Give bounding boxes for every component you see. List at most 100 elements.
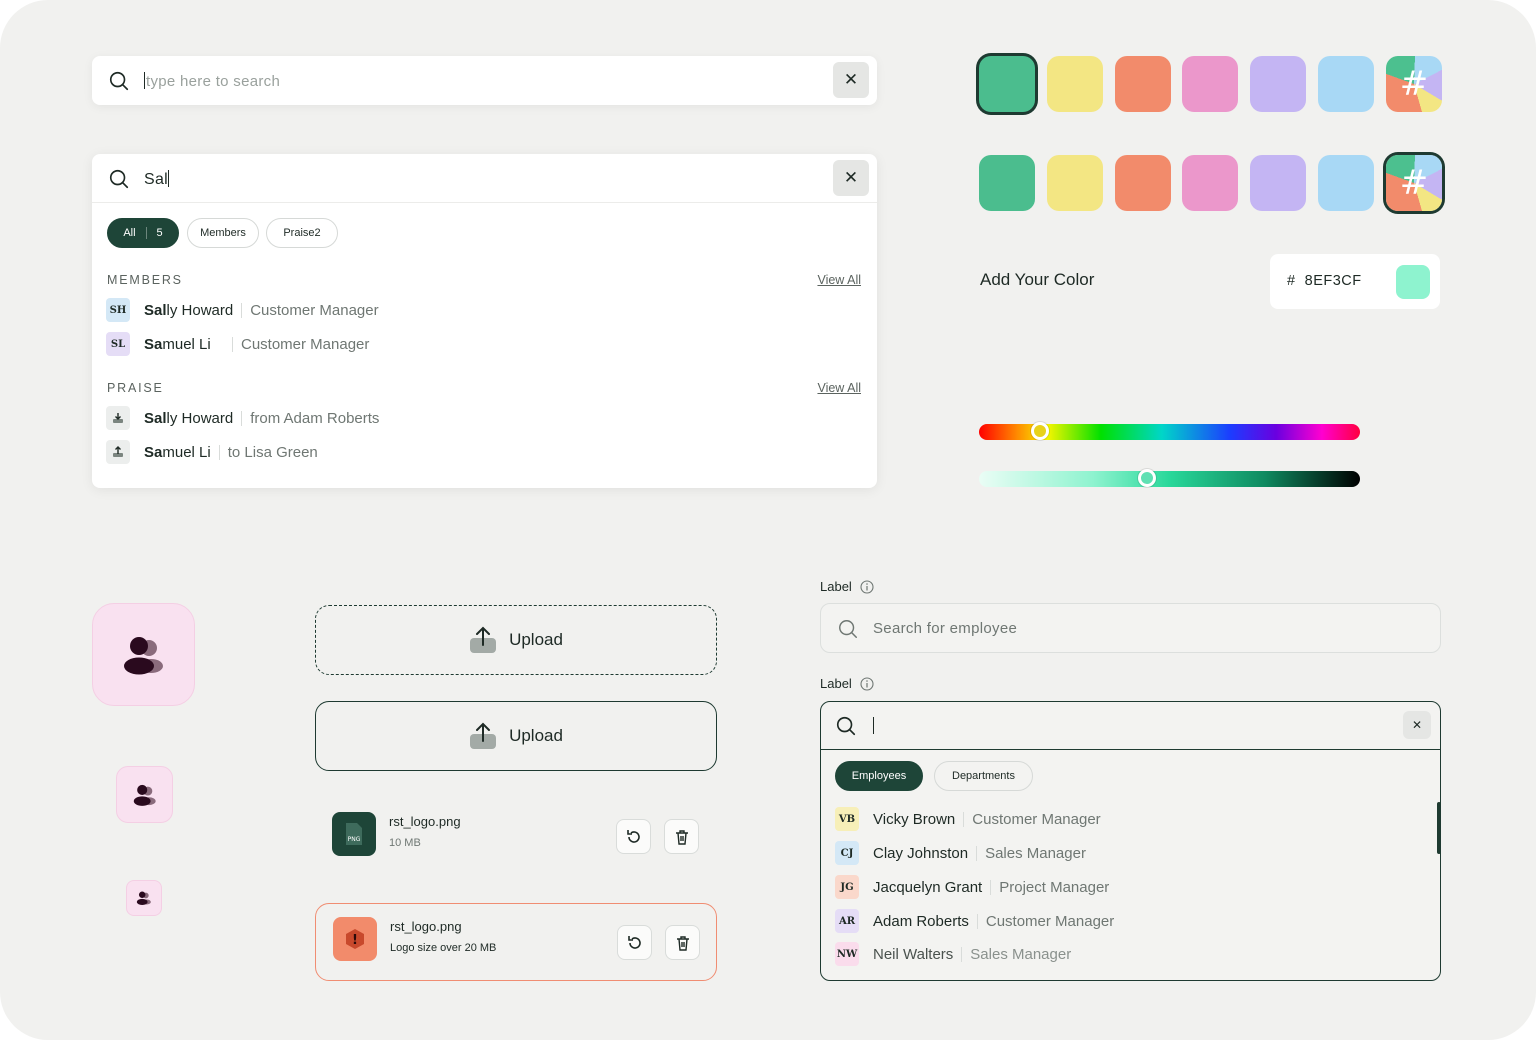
swatch-orange[interactable]: [1115, 56, 1171, 112]
swatch-custom[interactable]: #: [1386, 155, 1442, 211]
component-sheet: type here to search ✕ Sal ✕ All 5 Member…: [0, 0, 1536, 1040]
swatch-blue[interactable]: [1318, 155, 1374, 211]
avatar: CJ: [835, 841, 859, 865]
search-input[interactable]: Sal: [144, 170, 170, 189]
clear-button[interactable]: ✕: [833, 160, 869, 196]
upload-dropzone[interactable]: Upload: [315, 605, 717, 675]
shade-slider[interactable]: [979, 469, 1360, 487]
praise-view-all-link[interactable]: View All: [817, 381, 861, 395]
result-name: Samuel Li: [144, 336, 216, 353]
divider: [963, 811, 965, 827]
uploaded-file-error: ! rst_logo.png Logo size over 20 MB: [315, 903, 717, 981]
divider: [990, 879, 992, 895]
text-caret: [144, 72, 145, 89]
employee-result-row[interactable]: AR Adam Roberts Customer Manager: [835, 908, 1114, 934]
replace-button[interactable]: [616, 819, 651, 854]
swatch-custom[interactable]: #: [1386, 56, 1442, 112]
swatch-orange[interactable]: [1115, 155, 1171, 211]
divider: [976, 913, 978, 929]
search-bar-active[interactable]: Sal ✕: [92, 154, 877, 203]
search-bar-default[interactable]: type here to search ✕: [92, 56, 877, 105]
info-icon[interactable]: [860, 579, 874, 594]
employee-result-row[interactable]: VB Vicky Brown Customer Manager: [835, 806, 1101, 832]
swatch-green[interactable]: [979, 155, 1035, 211]
divider: [232, 336, 233, 352]
search-placeholder: type here to search: [146, 73, 281, 90]
match-highlight: Sal: [144, 409, 167, 427]
hash-icon: #: [1399, 163, 1429, 203]
tab-departments[interactable]: Departments: [934, 761, 1033, 791]
users-icon: [123, 636, 163, 674]
employee-result-row[interactable]: NW Neil Walters Sales Manager: [835, 941, 1071, 967]
user-avatar-large: [92, 603, 195, 706]
clear-button[interactable]: ✕: [1403, 711, 1431, 739]
users-icon: [133, 784, 156, 806]
delete-button[interactable]: [664, 819, 699, 854]
close-icon: ✕: [1411, 718, 1423, 732]
trash-icon: [676, 935, 689, 951]
hue-slider[interactable]: [979, 422, 1360, 440]
member-result-row[interactable]: SL Samuel Li Customer Manager: [106, 331, 369, 357]
shade-slider-thumb[interactable]: [1137, 469, 1156, 487]
tab-employees[interactable]: Employees: [835, 761, 923, 791]
search-icon: [109, 71, 129, 91]
divider: [218, 444, 220, 460]
result-name-rest: ly Howard: [166, 301, 234, 319]
employee-result-row[interactable]: JG Jacquelyn Grant Project Manager: [835, 874, 1109, 900]
praise-result-row[interactable]: Sally Howard from Adam Roberts: [106, 405, 379, 431]
swatch-yellow[interactable]: [1047, 155, 1103, 211]
filter-chip-label: Members: [200, 227, 246, 239]
add-color-label: Add Your Color: [980, 270, 1095, 289]
clear-button[interactable]: ✕: [833, 62, 869, 98]
uploaded-file: PNG rst_logo.png 10 MB: [315, 799, 717, 877]
swatch-yellow[interactable]: [1047, 56, 1103, 112]
hue-slider-thumb[interactable]: [1030, 422, 1049, 440]
filter-chip-members[interactable]: Members: [187, 218, 259, 248]
swatch-pink[interactable]: [1182, 155, 1238, 211]
filter-chip-all[interactable]: All 5: [107, 218, 179, 248]
hex-color-input[interactable]: # 8EF3CF: [1270, 254, 1440, 309]
filter-chip-count: 5: [145, 227, 163, 239]
trash-icon: [675, 829, 688, 845]
match-highlight: Sal: [144, 301, 167, 319]
employee-search-input-active[interactable]: ✕: [821, 702, 1440, 750]
result-name: Samuel Li: [144, 444, 211, 461]
upload-icon: [470, 722, 497, 749]
field-label: Label: [820, 676, 874, 691]
close-icon: ✕: [843, 70, 859, 89]
divider: [961, 946, 963, 962]
employee-search-dropdown: ✕ Employees Departments VB Vicky Brown C…: [820, 701, 1441, 981]
text-caret: [873, 717, 874, 734]
upload-icon: [470, 626, 497, 653]
upload-button[interactable]: Upload: [315, 701, 717, 771]
search-icon: [839, 620, 857, 638]
employee-name: Neil Walters: [873, 945, 954, 963]
scrollbar-thumb[interactable]: [1437, 802, 1441, 854]
info-icon[interactable]: [860, 676, 874, 691]
swatch-blue[interactable]: [1318, 56, 1374, 112]
file-badge: PNG: [348, 836, 361, 843]
swatch-purple[interactable]: [1250, 155, 1306, 211]
employee-result-row[interactable]: CJ Clay Johnston Sales Manager: [835, 840, 1086, 866]
employee-name: Jacquelyn Grant: [873, 878, 983, 896]
search-input[interactable]: type here to search: [144, 72, 280, 90]
filter-chip-label: All: [123, 227, 136, 239]
filter-chip-praise[interactable]: Praise2: [266, 218, 338, 248]
file-size: 10 MB: [389, 837, 421, 849]
user-avatar-medium: [116, 766, 173, 823]
tab-label: Departments: [952, 770, 1015, 782]
avatar: VB: [835, 807, 859, 831]
employee-role: Customer Manager: [972, 810, 1101, 828]
employee-search-input[interactable]: Search for employee: [820, 603, 1441, 653]
swatch-purple[interactable]: [1250, 56, 1306, 112]
member-result-row[interactable]: SH Sally Howard Customer Manager: [106, 297, 379, 323]
praise-result-row[interactable]: Samuel Li to Lisa Green: [106, 439, 318, 465]
replace-button[interactable]: [617, 925, 652, 960]
delete-button[interactable]: [665, 925, 700, 960]
search-icon: [836, 716, 856, 736]
members-view-all-link[interactable]: View All: [817, 273, 861, 287]
search-input[interactable]: [873, 717, 875, 735]
result-name-rest: ly Howard: [166, 409, 234, 427]
swatch-pink[interactable]: [1182, 56, 1238, 112]
swatch-green[interactable]: [979, 56, 1035, 112]
